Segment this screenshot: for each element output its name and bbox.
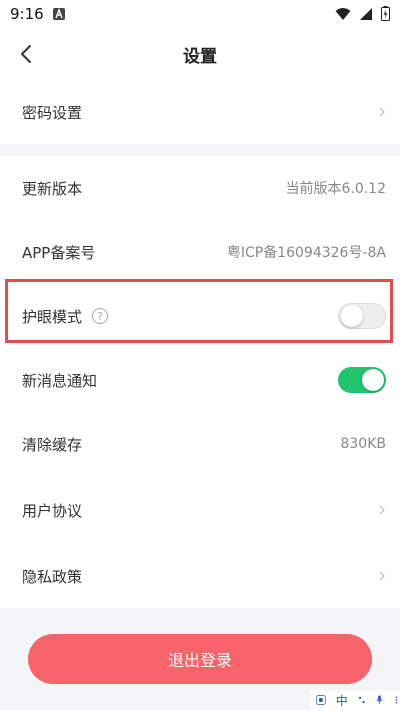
row-privacy-policy[interactable]: 隐私政策	[0, 544, 400, 608]
row-label: 隐私政策	[22, 567, 83, 586]
row-clear-cache[interactable]: 清除缓存 830KB	[0, 412, 400, 476]
page-title: 设置	[183, 47, 217, 67]
row-user-agreement[interactable]: 用户协议	[0, 478, 400, 542]
notification-toggle[interactable]	[338, 367, 386, 393]
section-account: 密码设置	[0, 80, 400, 144]
row-new-message-notification: 新消息通知	[0, 348, 400, 412]
ime-logo-icon[interactable]	[316, 693, 326, 707]
row-label: 用户协议	[22, 501, 83, 520]
row-label: 新消息通知	[22, 371, 98, 390]
microphone-icon[interactable]	[376, 693, 383, 707]
row-value: 830KB	[340, 436, 386, 452]
logout-button[interactable]: 退出登录	[28, 634, 372, 684]
chevron-right-icon	[379, 571, 385, 581]
toggle-knob	[362, 369, 384, 391]
row-label: 清除缓存	[22, 435, 83, 454]
status-icons	[335, 6, 390, 21]
notification-a-icon	[53, 8, 65, 20]
chevron-right-icon	[379, 505, 385, 515]
nav-bar: 设置	[0, 28, 400, 80]
ime-toolbar: 中	[310, 690, 400, 710]
wifi-icon	[335, 7, 351, 20]
row-label: 更新版本	[22, 179, 83, 198]
status-bar: 9:16	[0, 0, 400, 28]
ime-language[interactable]: 中	[336, 692, 348, 709]
chevron-right-icon	[379, 107, 385, 117]
question-icon[interactable]: ?	[92, 308, 108, 324]
status-time: 9:16	[10, 5, 44, 23]
row-eye-protection: 护眼模式 ?	[0, 284, 400, 348]
punctuation-icon[interactable]	[358, 694, 366, 706]
battery-icon	[381, 6, 390, 21]
section-general: 更新版本 当前版本6.0.12 APP备案号 粤ICP备16094326号-8A…	[0, 156, 400, 608]
row-password-settings[interactable]: 密码设置	[0, 80, 400, 144]
row-value: 粤ICP备16094326号-8A	[226, 245, 386, 261]
row-update-version[interactable]: 更新版本 当前版本6.0.12	[0, 156, 400, 220]
row-label: 密码设置	[22, 103, 83, 122]
row-value: 当前版本6.0.12	[285, 181, 386, 197]
more-icon[interactable]	[393, 693, 400, 707]
row-label: 护眼模式	[22, 307, 83, 326]
row-app-record: APP备案号 粤ICP备16094326号-8A	[0, 220, 400, 284]
toggle-knob	[341, 305, 363, 327]
signal-icon	[360, 7, 372, 20]
row-label: APP备案号	[22, 243, 96, 262]
eye-protection-toggle[interactable]	[338, 303, 386, 329]
